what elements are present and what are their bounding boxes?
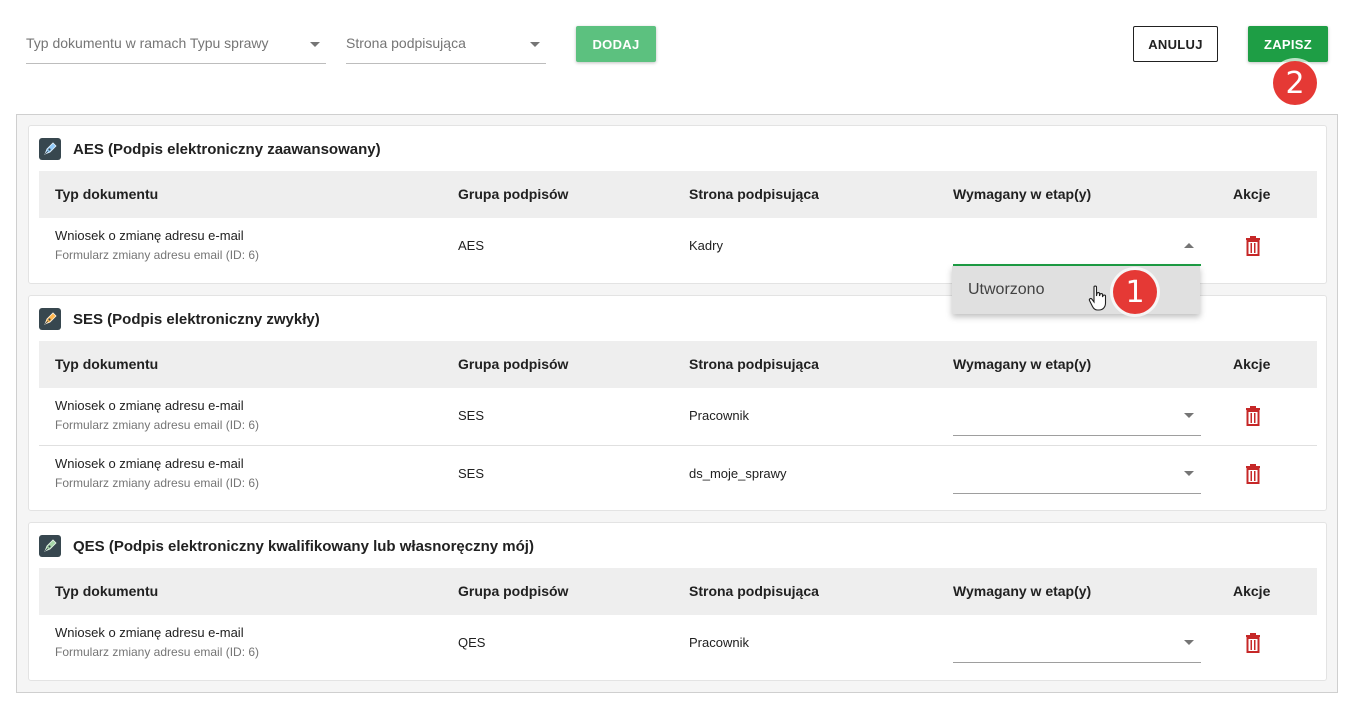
col-group: Grupa podpisów [458,583,569,599]
chevron-up-icon [1184,243,1194,248]
chevron-down-icon [530,42,540,47]
col-actions: Akcje [1233,583,1271,599]
pen-nib-blue-icon [39,138,61,160]
doc-name: Wniosek o zmianę adresu e-mail [55,228,244,243]
signing-party: Pracownik [689,408,749,423]
trash-icon[interactable] [1245,406,1261,426]
section-title: QES (Podpis elektroniczny kwalifikowany … [73,537,534,555]
section-aes: AES (Podpis elektroniczny zaawansowany) … [28,125,1327,284]
signing-party: Pracownik [689,635,749,650]
col-stage: Wymagany w etap(y) [953,356,1092,372]
table-row: Wniosek o zmianę adresu e-mail Formularz… [39,445,1317,502]
section-ses: SES (Podpis elektroniczny zwykły) Typ do… [28,295,1327,511]
col-party: Strona podpisująca [689,186,819,202]
add-button[interactable]: DODAJ [576,26,656,62]
signature-group: AES [458,238,485,253]
col-party: Strona podpisująca [689,583,819,599]
stage-select[interactable] [953,623,1201,663]
signing-party: Kadry [689,238,723,253]
stage-select[interactable] [953,454,1201,494]
col-group: Grupa podpisów [458,186,569,202]
trash-icon[interactable] [1245,633,1261,653]
doc-type-placeholder: Typ dokumentu w ramach Typu sprawy [26,35,269,51]
stage-dropdown-menu: Utworzono [952,266,1200,314]
signature-group: SES [458,466,485,481]
col-group: Grupa podpisów [458,356,569,372]
trash-icon[interactable] [1245,236,1261,256]
col-stage: Wymagany w etap(y) [953,583,1092,599]
col-actions: Akcje [1233,356,1271,372]
chevron-down-icon [1184,471,1194,476]
doc-form: Formularz zmiany adresu email (ID: 6) [55,476,260,490]
chevron-down-icon [310,42,320,47]
section-header: QES (Podpis elektroniczny kwalifikowany … [39,535,534,557]
cancel-button[interactable]: ANULUJ [1133,26,1218,62]
doc-type-select[interactable]: Typ dokumentu w ramach Typu sprawy [26,26,326,64]
dropdown-option[interactable]: Utworzono [952,266,1200,314]
table-row: Wniosek o zmianę adresu e-mail Formularz… [39,388,1317,445]
col-doc-type: Typ dokumentu [55,356,159,372]
signing-party-placeholder: Strona podpisująca [346,35,466,51]
section-title: SES (Podpis elektroniczny zwykły) [73,310,320,328]
pen-nib-green-icon [39,535,61,557]
doc-form: Formularz zmiany adresu email (ID: 6) [55,248,260,262]
signing-party: ds_moje_sprawy [689,466,787,481]
trash-icon[interactable] [1245,464,1261,484]
step-badge-1: 1 [1113,270,1157,314]
step-badge-2: 2 [1273,61,1317,105]
table-header: Typ dokumentu Grupa podpisów Strona podp… [39,568,1317,615]
option-label: Utworzono [968,281,1045,298]
doc-name: Wniosek o zmianę adresu e-mail [55,625,244,640]
col-doc-type: Typ dokumentu [55,583,159,599]
doc-name: Wniosek o zmianę adresu e-mail [55,398,244,413]
signature-group: QES [458,635,486,650]
chevron-down-icon [1184,640,1194,645]
doc-form: Formularz zmiany adresu email (ID: 6) [55,418,260,432]
save-button[interactable]: ZAPISZ [1248,26,1328,62]
table-row: Wniosek o zmianę adresu e-mail Formularz… [39,615,1317,672]
signature-group: SES [458,408,485,423]
doc-name: Wniosek o zmianę adresu e-mail [55,456,244,471]
col-party: Strona podpisująca [689,356,819,372]
hand-cursor-icon [1088,285,1107,311]
table-header: Typ dokumentu Grupa podpisów Strona podp… [39,171,1317,218]
table-header: Typ dokumentu Grupa podpisów Strona podp… [39,341,1317,388]
section-header: AES (Podpis elektroniczny zaawansowany) [39,138,381,160]
signing-party-select[interactable]: Strona podpisująca [346,26,546,64]
stage-select[interactable] [953,396,1201,436]
col-actions: Akcje [1233,186,1271,202]
chevron-down-icon [1184,413,1194,418]
stage-select[interactable] [953,226,1201,266]
pen-nib-orange-icon [39,308,61,330]
col-stage: Wymagany w etap(y) [953,186,1092,202]
doc-form: Formularz zmiany adresu email (ID: 6) [55,645,260,659]
section-title: AES (Podpis elektroniczny zaawansowany) [73,140,381,158]
section-header: SES (Podpis elektroniczny zwykły) [39,308,320,330]
col-doc-type: Typ dokumentu [55,186,159,202]
section-qes: QES (Podpis elektroniczny kwalifikowany … [28,522,1327,681]
